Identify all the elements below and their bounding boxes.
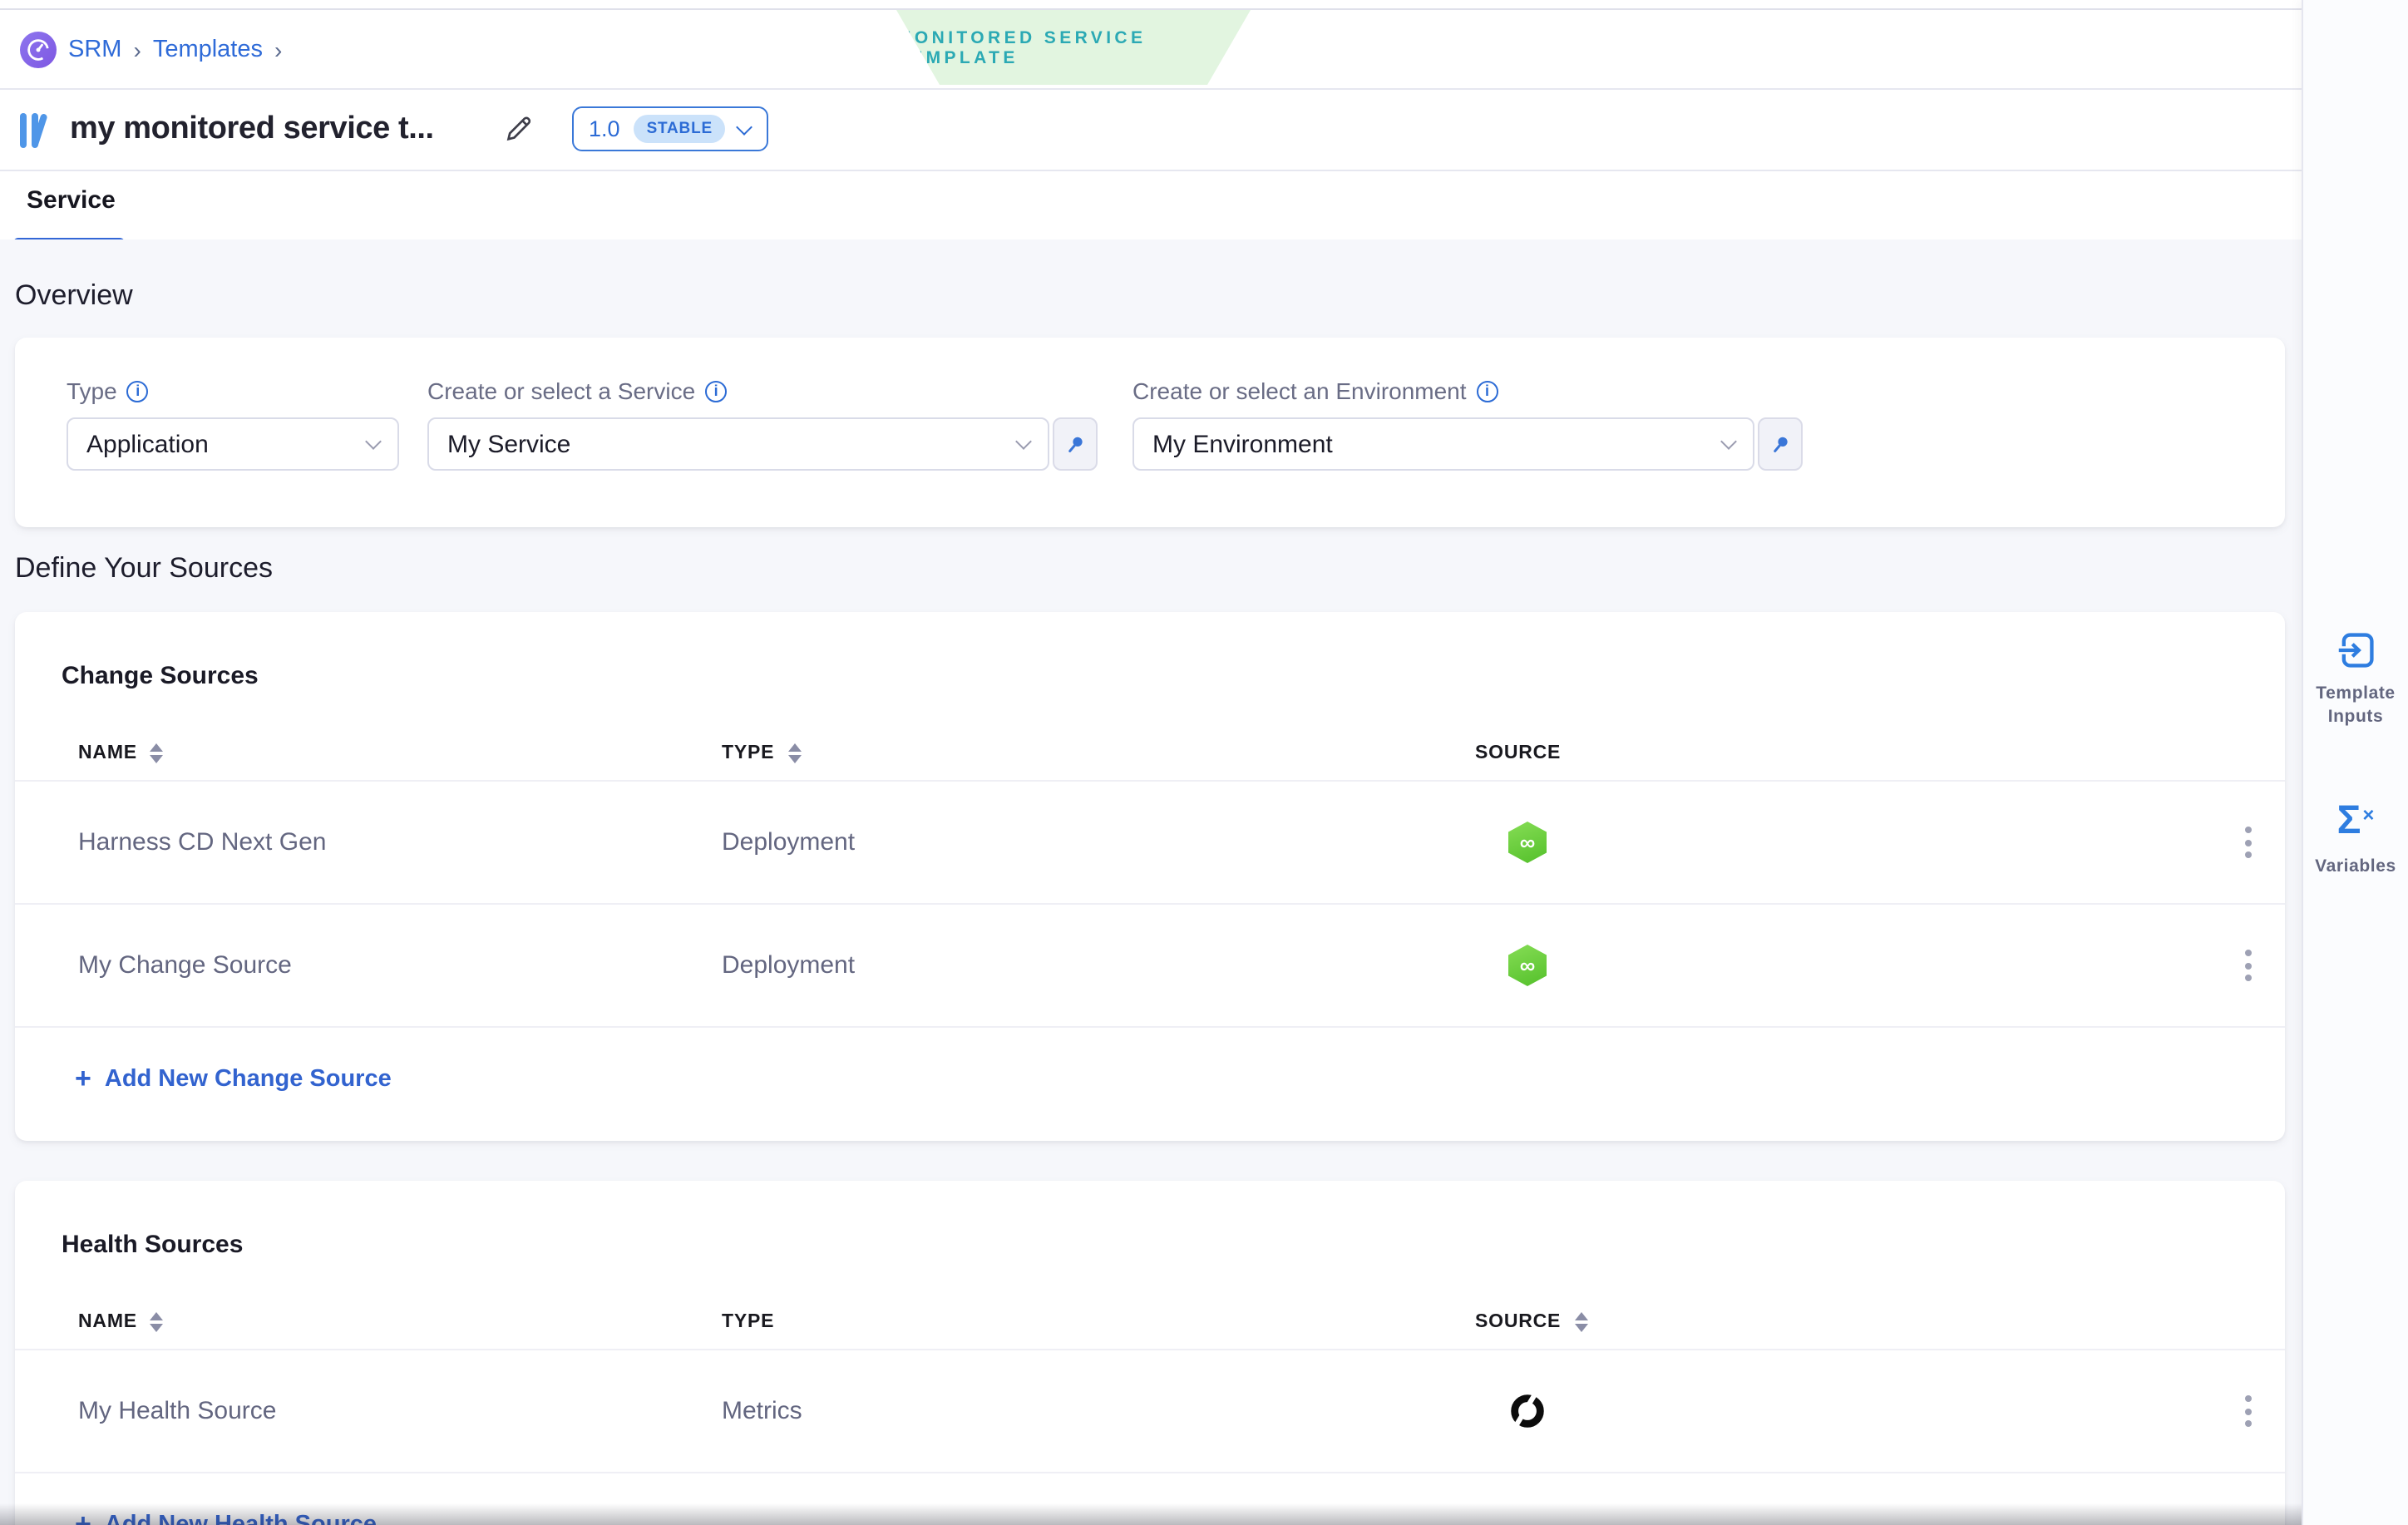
chevron-down-icon — [737, 118, 753, 135]
breadcrumb: SRM › Templates › — [20, 32, 282, 68]
row-options-kebab-icon[interactable] — [2212, 1389, 2285, 1434]
column-header-source: SOURCE — [1475, 1312, 1561, 1332]
pin-icon — [1063, 432, 1088, 457]
change-sources-table: NAME TYPE SOURCE Harness CD Next Gen Dep… — [15, 727, 2285, 1133]
type-select[interactable]: Application — [67, 417, 399, 471]
column-header-name: NAME — [78, 743, 137, 763]
chevron-down-icon — [1015, 433, 1032, 450]
monitored-service-template-banner: MONITORED SERVICE TEMPLATE — [896, 10, 1251, 85]
sort-icon[interactable] — [150, 743, 164, 764]
variables-label: Variables — [2315, 856, 2396, 879]
column-header-name: NAME — [78, 1312, 137, 1332]
change-sources-title: Change Sources — [15, 612, 2285, 690]
pin-environment-button[interactable] — [1758, 417, 1803, 471]
tabs-bar: Service — [0, 171, 2302, 243]
change-sources-card: Change Sources NAME TYPE SOURCE Harness … — [15, 612, 2285, 1141]
column-header-type: TYPE — [722, 743, 774, 763]
main-area: SRM › Templates › MONITORED SERVICE TEMP… — [0, 0, 2302, 1525]
right-side-panel: Template Inputs Σ × Variables — [2302, 0, 2408, 1525]
health-source-type: Metrics — [722, 1397, 1475, 1425]
tab-service[interactable]: Service — [27, 186, 116, 215]
define-sources-heading: Define Your Sources — [15, 552, 273, 585]
content-area: Overview Typei Application Create or sel… — [0, 239, 2302, 1525]
breadcrumb-templates[interactable]: Templates — [153, 37, 263, 63]
service-value: My Service — [447, 430, 570, 458]
template-library-icon — [20, 113, 60, 148]
service-field: Create or select a Service i My Service — [427, 378, 1098, 471]
chevron-down-icon — [365, 433, 382, 450]
health-sources-title: Health Sources — [15, 1181, 2285, 1259]
overview-heading: Overview — [15, 279, 133, 313]
sort-icon[interactable] — [787, 743, 801, 764]
type-field: Typei Application — [67, 378, 399, 471]
breadcrumb-separator-icon: › — [274, 37, 282, 63]
harness-cd-icon: ∞ — [1508, 822, 1547, 863]
change-source-type: Deployment — [722, 951, 1475, 980]
row-options-kebab-icon[interactable] — [2212, 943, 2285, 988]
sort-icon[interactable] — [1574, 1312, 1587, 1333]
table-row[interactable]: My Health Source Metrics — [15, 1350, 2285, 1473]
scroll-shadow — [0, 1503, 2302, 1525]
template-inputs-label: Template Inputs — [2306, 682, 2406, 729]
overview-card: Typei Application Create or select a Ser… — [15, 338, 2285, 527]
type-value: Application — [86, 430, 209, 458]
pin-icon — [1768, 432, 1793, 457]
health-sources-table: NAME TYPE SOURCE My Health Source Metric… — [15, 1296, 2285, 1525]
change-source-type: Deployment — [722, 828, 1475, 856]
breadcrumb-srm[interactable]: SRM — [68, 37, 121, 63]
table-header-row: NAME TYPE SOURCE — [15, 1296, 2285, 1349]
health-source-name: My Health Source — [78, 1397, 722, 1425]
pin-service-button[interactable] — [1053, 417, 1098, 471]
version-stable-badge: STABLE — [634, 115, 726, 143]
environment-field: Create or select an Environment i My Envi… — [1132, 378, 1803, 471]
variables-button[interactable]: Σ × Variables — [2306, 802, 2406, 879]
add-change-source-button[interactable]: + Add New Change Source — [15, 1028, 2285, 1133]
appdynamics-icon — [1508, 1392, 1547, 1430]
banner-label: MONITORED SERVICE TEMPLATE — [896, 27, 1251, 67]
environment-label: Create or select an Environment — [1132, 378, 1467, 404]
service-select[interactable]: My Service — [427, 417, 1049, 471]
srm-logo-icon[interactable] — [20, 32, 57, 68]
column-header-source: SOURCE — [1475, 743, 1561, 763]
chevron-down-icon — [1720, 433, 1737, 450]
version-selector[interactable]: 1.0 STABLE — [572, 106, 768, 151]
type-label: Type — [67, 378, 117, 404]
change-source-name: Harness CD Next Gen — [78, 828, 722, 856]
variables-icon: Σ × — [2337, 802, 2375, 846]
info-icon[interactable]: i — [705, 380, 727, 402]
plus-icon: + — [75, 1064, 91, 1093]
health-sources-card: Health Sources NAME TYPE SOURCE My Healt… — [15, 1181, 2285, 1525]
environment-select[interactable]: My Environment — [1132, 417, 1754, 471]
app-window: SRM › Templates › MONITORED SERVICE TEMP… — [0, 0, 2408, 1525]
page-title: my monitored service t... — [70, 111, 434, 148]
harness-cd-icon: ∞ — [1508, 945, 1547, 986]
breadcrumb-separator-icon: › — [133, 37, 141, 63]
template-inputs-icon — [2334, 629, 2377, 672]
table-row[interactable]: Harness CD Next Gen Deployment ∞ — [15, 782, 2285, 905]
sort-icon[interactable] — [150, 1312, 164, 1333]
table-row[interactable]: My Change Source Deployment ∞ — [15, 905, 2285, 1028]
info-icon[interactable]: i — [1477, 380, 1498, 402]
template-inputs-button[interactable]: Template Inputs — [2306, 629, 2406, 729]
row-options-kebab-icon[interactable] — [2212, 820, 2285, 865]
table-header-row: NAME TYPE SOURCE — [15, 727, 2285, 780]
top-divider — [0, 8, 2302, 10]
top-bar: SRM › Templates › MONITORED SERVICE TEMP… — [0, 0, 2302, 90]
version-number: 1.0 — [589, 116, 620, 141]
column-header-type: TYPE — [722, 1312, 774, 1332]
service-label: Create or select a Service — [427, 378, 695, 404]
change-source-name: My Change Source — [78, 951, 722, 980]
edit-title-pencil-icon[interactable] — [502, 111, 535, 145]
environment-value: My Environment — [1152, 430, 1333, 458]
title-bar: my monitored service t... 1.0 STABLE VIS… — [0, 90, 2302, 171]
info-icon[interactable]: i — [127, 380, 149, 402]
